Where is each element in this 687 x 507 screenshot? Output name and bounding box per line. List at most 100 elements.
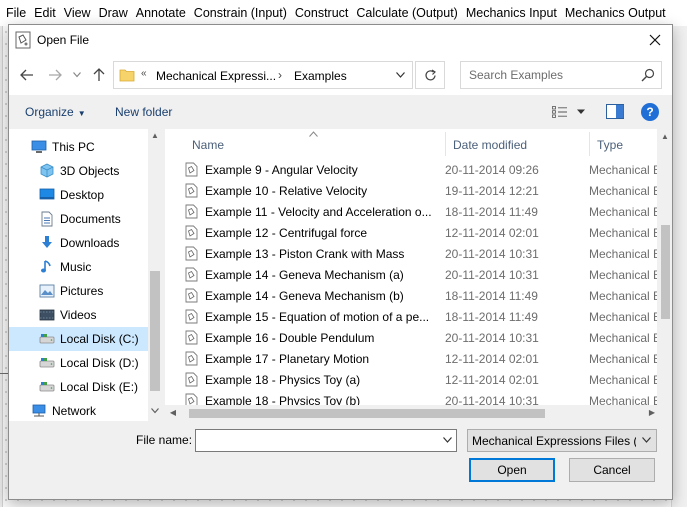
- breadcrumb-segment[interactable]: Mechanical Expressi...: [156, 69, 276, 83]
- open-button[interactable]: Open: [469, 458, 555, 482]
- music-icon: [39, 259, 55, 274]
- nav-item[interactable]: Desktop: [9, 183, 149, 207]
- drive-icon: [39, 379, 55, 394]
- app-menu-item[interactable]: Calculate (Output): [354, 6, 463, 20]
- file-row[interactable]: Example 17 - Planetary Motion 12-11-2014 …: [165, 348, 672, 369]
- close-button[interactable]: [638, 25, 672, 55]
- file-list-horizontal-scrollbar[interactable]: ◀ ▶: [165, 405, 672, 421]
- nav-item[interactable]: This PC: [9, 135, 149, 159]
- app-menu-item[interactable]: Draw: [97, 6, 134, 20]
- scroll-up-arrow[interactable]: ▲: [148, 131, 162, 140]
- computer-icon: [31, 139, 47, 154]
- file-name: Example 9 - Angular Velocity: [205, 163, 358, 177]
- file-name-combo[interactable]: [195, 429, 457, 452]
- file-row[interactable]: Example 12 - Centrifugal force 12-11-2014…: [165, 222, 672, 243]
- scroll-right-arrow[interactable]: ▶: [645, 408, 659, 417]
- file-type: Mechanical E: [589, 310, 659, 324]
- column-separator[interactable]: [445, 132, 446, 156]
- app-menu-item[interactable]: File: [4, 6, 32, 20]
- forward-button[interactable]: [45, 67, 65, 83]
- breadcrumb-segment-current[interactable]: Examples: [294, 69, 347, 83]
- recent-locations-button[interactable]: [67, 67, 87, 83]
- nav-item[interactable]: Local Disk (C:): [9, 327, 149, 351]
- file-row[interactable]: Example 15 - Equation of motion of a pe.…: [165, 306, 672, 327]
- back-button[interactable]: [17, 67, 37, 83]
- file-type: Mechanical E: [589, 184, 659, 198]
- file-row[interactable]: Example 13 - Piston Crank with Mass 20-11…: [165, 243, 672, 264]
- file-name: Example 10 - Relative Velocity: [205, 184, 368, 198]
- file-name: Example 12 - Centrifugal force: [205, 226, 368, 240]
- nav-item[interactable]: Music: [9, 255, 149, 279]
- nav-item[interactable]: Downloads: [9, 231, 149, 255]
- breadcrumb-separator[interactable]: ›: [278, 68, 282, 82]
- nav-item[interactable]: Videos: [9, 303, 149, 327]
- arrow-right-icon: [49, 69, 62, 81]
- file-type: Mechanical E: [589, 247, 659, 261]
- file-name-dropdown-button[interactable]: [443, 435, 452, 445]
- app-menu-item[interactable]: Mechanics Input: [464, 6, 563, 20]
- nav-item[interactable]: Pictures: [9, 279, 149, 303]
- nav-item-label: 3D Objects: [60, 164, 120, 178]
- address-overflow-chevron[interactable]: «: [141, 68, 147, 79]
- file-name-input[interactable]: [196, 430, 436, 451]
- app-menu-item[interactable]: Edit: [32, 6, 62, 20]
- app-menu-item[interactable]: Constrain (Input): [192, 6, 293, 20]
- change-view-button[interactable]: [552, 105, 586, 119]
- vertical-scroll-thumb[interactable]: [661, 225, 670, 319]
- column-header-type[interactable]: Type: [597, 133, 623, 157]
- nav-scroll-thumb[interactable]: [150, 271, 160, 391]
- desktop-icon: [39, 187, 55, 202]
- scroll-down-arrow[interactable]: [148, 407, 162, 416]
- command-bar: Organize ▼ New folder ?: [9, 95, 672, 129]
- file-type: Mechanical E: [589, 205, 659, 219]
- file-row[interactable]: Example 18 - Physics Toy (a) 12-11-2014 0…: [165, 369, 672, 390]
- column-header-name[interactable]: Name: [192, 133, 224, 157]
- refresh-button[interactable]: [415, 61, 445, 89]
- file-date-modified: 20-11-2014 10:31: [445, 268, 539, 282]
- video-icon: [39, 307, 55, 322]
- file-list-vertical-scrollbar[interactable]: ▲: [657, 129, 672, 405]
- chevron-down-icon: [642, 435, 651, 445]
- nav-pane-scrollbar[interactable]: ▲: [148, 129, 162, 421]
- file-row[interactable]: Example 9 - Angular Velocity 20-11-2014 0…: [165, 159, 672, 180]
- file-row[interactable]: Example 14 - Geneva Mechanism (b) 18-11-2…: [165, 285, 672, 306]
- file-row[interactable]: Example 16 - Double Pendulum 20-11-2014 1…: [165, 327, 672, 348]
- help-button[interactable]: ?: [641, 103, 659, 121]
- address-bar[interactable]: « Mechanical Expressi... › Examples: [113, 61, 413, 89]
- column-header-date[interactable]: Date modified: [453, 133, 527, 157]
- nav-item-label: Videos: [60, 308, 97, 322]
- network-icon: [31, 403, 47, 418]
- column-separator[interactable]: [589, 132, 590, 156]
- search-input[interactable]: [461, 62, 637, 88]
- nav-item[interactable]: Local Disk (E:): [9, 375, 149, 399]
- organize-label: Organize: [25, 105, 74, 119]
- horizontal-scroll-thumb[interactable]: [189, 409, 545, 418]
- search-box[interactable]: [460, 61, 662, 89]
- cancel-button[interactable]: Cancel: [569, 458, 655, 482]
- nav-item[interactable]: Network: [9, 399, 149, 421]
- nav-item[interactable]: 3D Objects: [9, 159, 149, 183]
- scroll-up-arrow[interactable]: ▲: [658, 132, 672, 141]
- file-row[interactable]: Example 14 - Geneva Mechanism (a) 20-11-2…: [165, 264, 672, 285]
- up-button[interactable]: [89, 67, 109, 83]
- new-folder-button[interactable]: New folder: [115, 105, 172, 119]
- file-row[interactable]: Example 10 - Relative Velocity 19-11-2014…: [165, 180, 672, 201]
- app-vertical-scrollbar[interactable]: [671, 26, 687, 507]
- file-type-select[interactable]: Mechanical Expressions Files (*: [467, 429, 657, 452]
- organize-button[interactable]: Organize ▼: [25, 105, 86, 119]
- app-menu-item[interactable]: View: [62, 6, 97, 20]
- app-menu-item[interactable]: Construct: [293, 6, 355, 20]
- address-dropdown-button[interactable]: [388, 62, 412, 88]
- nav-item-label: Local Disk (C:): [60, 332, 139, 346]
- nav-item[interactable]: Local Disk (D:): [9, 351, 149, 375]
- scroll-left-arrow[interactable]: ◀: [166, 408, 180, 417]
- file-type: Mechanical E: [589, 373, 659, 387]
- nav-item[interactable]: Documents: [9, 207, 149, 231]
- preview-pane-icon[interactable]: [606, 104, 624, 119]
- file-row[interactable]: Example 11 - Velocity and Acceleration o…: [165, 201, 672, 222]
- search-icon[interactable]: [641, 68, 655, 82]
- file-type: Mechanical E: [589, 163, 659, 177]
- mechanical-file-icon: [185, 372, 198, 387]
- app-menu-item[interactable]: Annotate: [134, 6, 192, 20]
- app-menu-item[interactable]: Mechanics Output: [563, 6, 672, 20]
